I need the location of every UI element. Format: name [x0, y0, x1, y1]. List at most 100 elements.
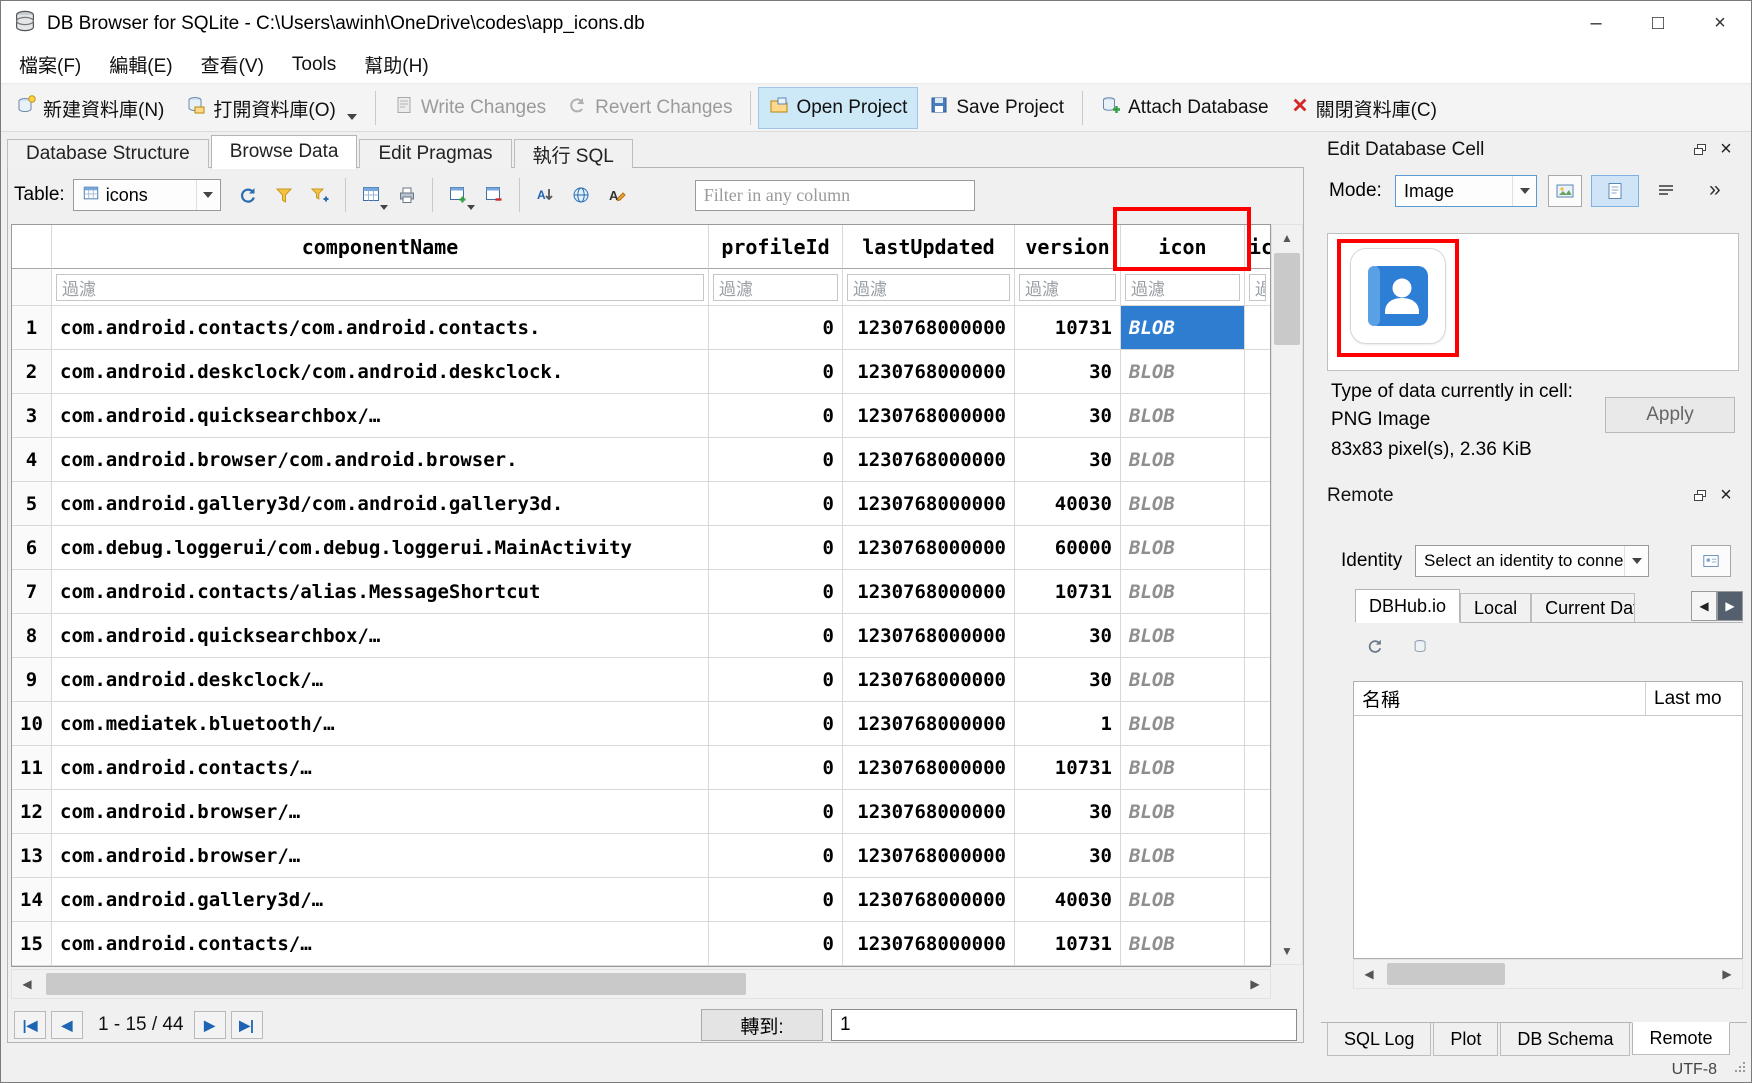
- previous-page-button[interactable]: ◀: [51, 1011, 83, 1039]
- dock-tab-db-schema[interactable]: DB Schema: [1500, 1023, 1630, 1056]
- componentname-cell[interactable]: com.debug.loggerui/com.debug.loggerui.Ma…: [52, 526, 709, 570]
- icon-blob-cell[interactable]: BLOB: [1121, 614, 1245, 658]
- icon-blob-cell[interactable]: BLOB: [1121, 482, 1245, 526]
- version-cell[interactable]: 30: [1015, 790, 1121, 834]
- column-header-profileid[interactable]: profileId: [709, 225, 843, 269]
- lastupdated-cell[interactable]: 1230768000000: [843, 702, 1015, 746]
- version-cell[interactable]: 30: [1015, 394, 1121, 438]
- insert-record-button[interactable]: [441, 180, 475, 210]
- tab-execute-sql[interactable]: 執行 SQL: [514, 139, 633, 168]
- column-header-lastupdated[interactable]: lastUpdated: [843, 225, 1015, 269]
- lastupdated-cell[interactable]: 1230768000000: [843, 482, 1015, 526]
- open-project-button[interactable]: Open Project: [758, 87, 918, 129]
- column-header-version[interactable]: version: [1015, 225, 1121, 269]
- row-number-cell[interactable]: 9: [12, 658, 52, 702]
- profileid-cell[interactable]: 0: [709, 614, 843, 658]
- lastupdated-cell[interactable]: 1230768000000: [843, 790, 1015, 834]
- filter-version[interactable]: 過濾: [1015, 269, 1121, 306]
- row-number-cell[interactable]: 7: [12, 570, 52, 614]
- table-selector-combo[interactable]: icons: [73, 179, 221, 211]
- text-view-toggle-button[interactable]: [1591, 175, 1639, 207]
- tab-browse-data[interactable]: Browse Data: [211, 135, 358, 169]
- revert-changes-button[interactable]: Revert Changes: [557, 87, 743, 129]
- row-number-cell[interactable]: 4: [12, 438, 52, 482]
- profileid-cell[interactable]: 0: [709, 570, 843, 614]
- close-panel-icon[interactable]: ×: [1713, 138, 1739, 162]
- componentname-cell[interactable]: com.android.contacts/alias.MessageShortc…: [52, 570, 709, 614]
- overflow-cell[interactable]: [1245, 306, 1270, 350]
- filter-lastupdated[interactable]: 過濾: [843, 269, 1015, 306]
- filter-profileid[interactable]: 過濾: [709, 269, 843, 306]
- vertical-scrollbar[interactable]: ▲ ▼: [1271, 224, 1303, 965]
- menu-help[interactable]: 幫助(H): [350, 45, 442, 84]
- overflow-cell[interactable]: [1245, 350, 1270, 394]
- row-number-cell[interactable]: 3: [12, 394, 52, 438]
- float-panel-icon[interactable]: [1687, 484, 1713, 508]
- componentname-cell[interactable]: com.android.quicksearchbox/…: [52, 614, 709, 658]
- global-filter-input[interactable]: [695, 180, 975, 211]
- remote-column-name[interactable]: 名稱: [1354, 682, 1646, 715]
- profileid-cell[interactable]: 0: [709, 790, 843, 834]
- row-number-cell[interactable]: 2: [12, 350, 52, 394]
- first-page-button[interactable]: |◀: [14, 1011, 46, 1039]
- scroll-left-icon[interactable]: ◀: [12, 971, 42, 997]
- close-button[interactable]: ×: [1689, 1, 1751, 46]
- lastupdated-cell[interactable]: 1230768000000: [843, 922, 1015, 966]
- menu-view[interactable]: 查看(V): [187, 45, 278, 84]
- tab-edit-pragmas[interactable]: Edit Pragmas: [359, 139, 511, 168]
- scroll-left-icon[interactable]: ◀: [1354, 961, 1384, 987]
- row-number-cell[interactable]: 15: [12, 922, 52, 966]
- filter-overflow[interactable]: 過濾: [1245, 269, 1270, 306]
- column-header-icon[interactable]: icon: [1121, 225, 1245, 269]
- lastupdated-cell[interactable]: 1230768000000: [843, 614, 1015, 658]
- lastupdated-cell[interactable]: 1230768000000: [843, 526, 1015, 570]
- open-database-button[interactable]: 打開資料庫(O): [175, 87, 367, 130]
- goto-button[interactable]: 轉到:: [701, 1009, 823, 1041]
- profileid-cell[interactable]: 0: [709, 306, 843, 350]
- row-number-cell[interactable]: 6: [12, 526, 52, 570]
- icon-blob-cell[interactable]: BLOB: [1121, 746, 1245, 790]
- overflow-cell[interactable]: [1245, 482, 1270, 526]
- overflow-cell[interactable]: [1245, 878, 1270, 922]
- close-panel-icon[interactable]: ×: [1713, 484, 1739, 508]
- save-project-button[interactable]: Save Project: [918, 87, 1075, 129]
- row-number-cell[interactable]: 13: [12, 834, 52, 878]
- row-number-cell[interactable]: 14: [12, 878, 52, 922]
- open-database-dropdown-icon[interactable]: [347, 114, 357, 120]
- remote-tab-local[interactable]: Local: [1460, 593, 1531, 622]
- insert-record-dropdown-icon[interactable]: [467, 205, 475, 210]
- identity-combo[interactable]: Select an identity to conne: [1415, 545, 1649, 577]
- row-number-cell[interactable]: 5: [12, 482, 52, 526]
- import-identity-button[interactable]: [1691, 545, 1731, 577]
- refresh-button[interactable]: [231, 180, 265, 210]
- sort-ascending-button[interactable]: A: [528, 180, 562, 210]
- lastupdated-cell[interactable]: 1230768000000: [843, 394, 1015, 438]
- blob-image-thumbnail[interactable]: [1350, 248, 1446, 344]
- overflow-cell[interactable]: [1245, 658, 1270, 702]
- componentname-cell[interactable]: com.android.quicksearchbox/…: [52, 394, 709, 438]
- version-cell[interactable]: 10731: [1015, 922, 1121, 966]
- remote-scrollbar-thumb[interactable]: [1387, 963, 1505, 985]
- lastupdated-cell[interactable]: 1230768000000: [843, 746, 1015, 790]
- overflow-cell[interactable]: [1245, 702, 1270, 746]
- profileid-cell[interactable]: 0: [709, 350, 843, 394]
- version-cell[interactable]: 30: [1015, 438, 1121, 482]
- menu-file[interactable]: 檔案(F): [5, 45, 95, 84]
- version-cell[interactable]: 40030: [1015, 878, 1121, 922]
- version-cell[interactable]: 30: [1015, 834, 1121, 878]
- filter-componentname[interactable]: 過濾: [52, 269, 709, 306]
- overflow-cell[interactable]: [1245, 570, 1270, 614]
- write-changes-button[interactable]: Write Changes: [383, 87, 557, 129]
- lastupdated-cell[interactable]: 1230768000000: [843, 306, 1015, 350]
- componentname-cell[interactable]: com.android.contacts/com.android.contact…: [52, 306, 709, 350]
- componentname-cell[interactable]: com.android.deskclock/…: [52, 658, 709, 702]
- profileid-cell[interactable]: 0: [709, 658, 843, 702]
- icon-blob-cell[interactable]: BLOB: [1121, 658, 1245, 702]
- icon-blob-cell[interactable]: BLOB: [1121, 878, 1245, 922]
- icon-blob-cell[interactable]: BLOB: [1121, 834, 1245, 878]
- componentname-cell[interactable]: com.mediatek.bluetooth/…: [52, 702, 709, 746]
- profileid-cell[interactable]: 0: [709, 438, 843, 482]
- componentname-cell[interactable]: com.android.browser/…: [52, 790, 709, 834]
- delete-record-button[interactable]: [477, 180, 511, 210]
- resize-grip[interactable]: [1733, 1060, 1747, 1079]
